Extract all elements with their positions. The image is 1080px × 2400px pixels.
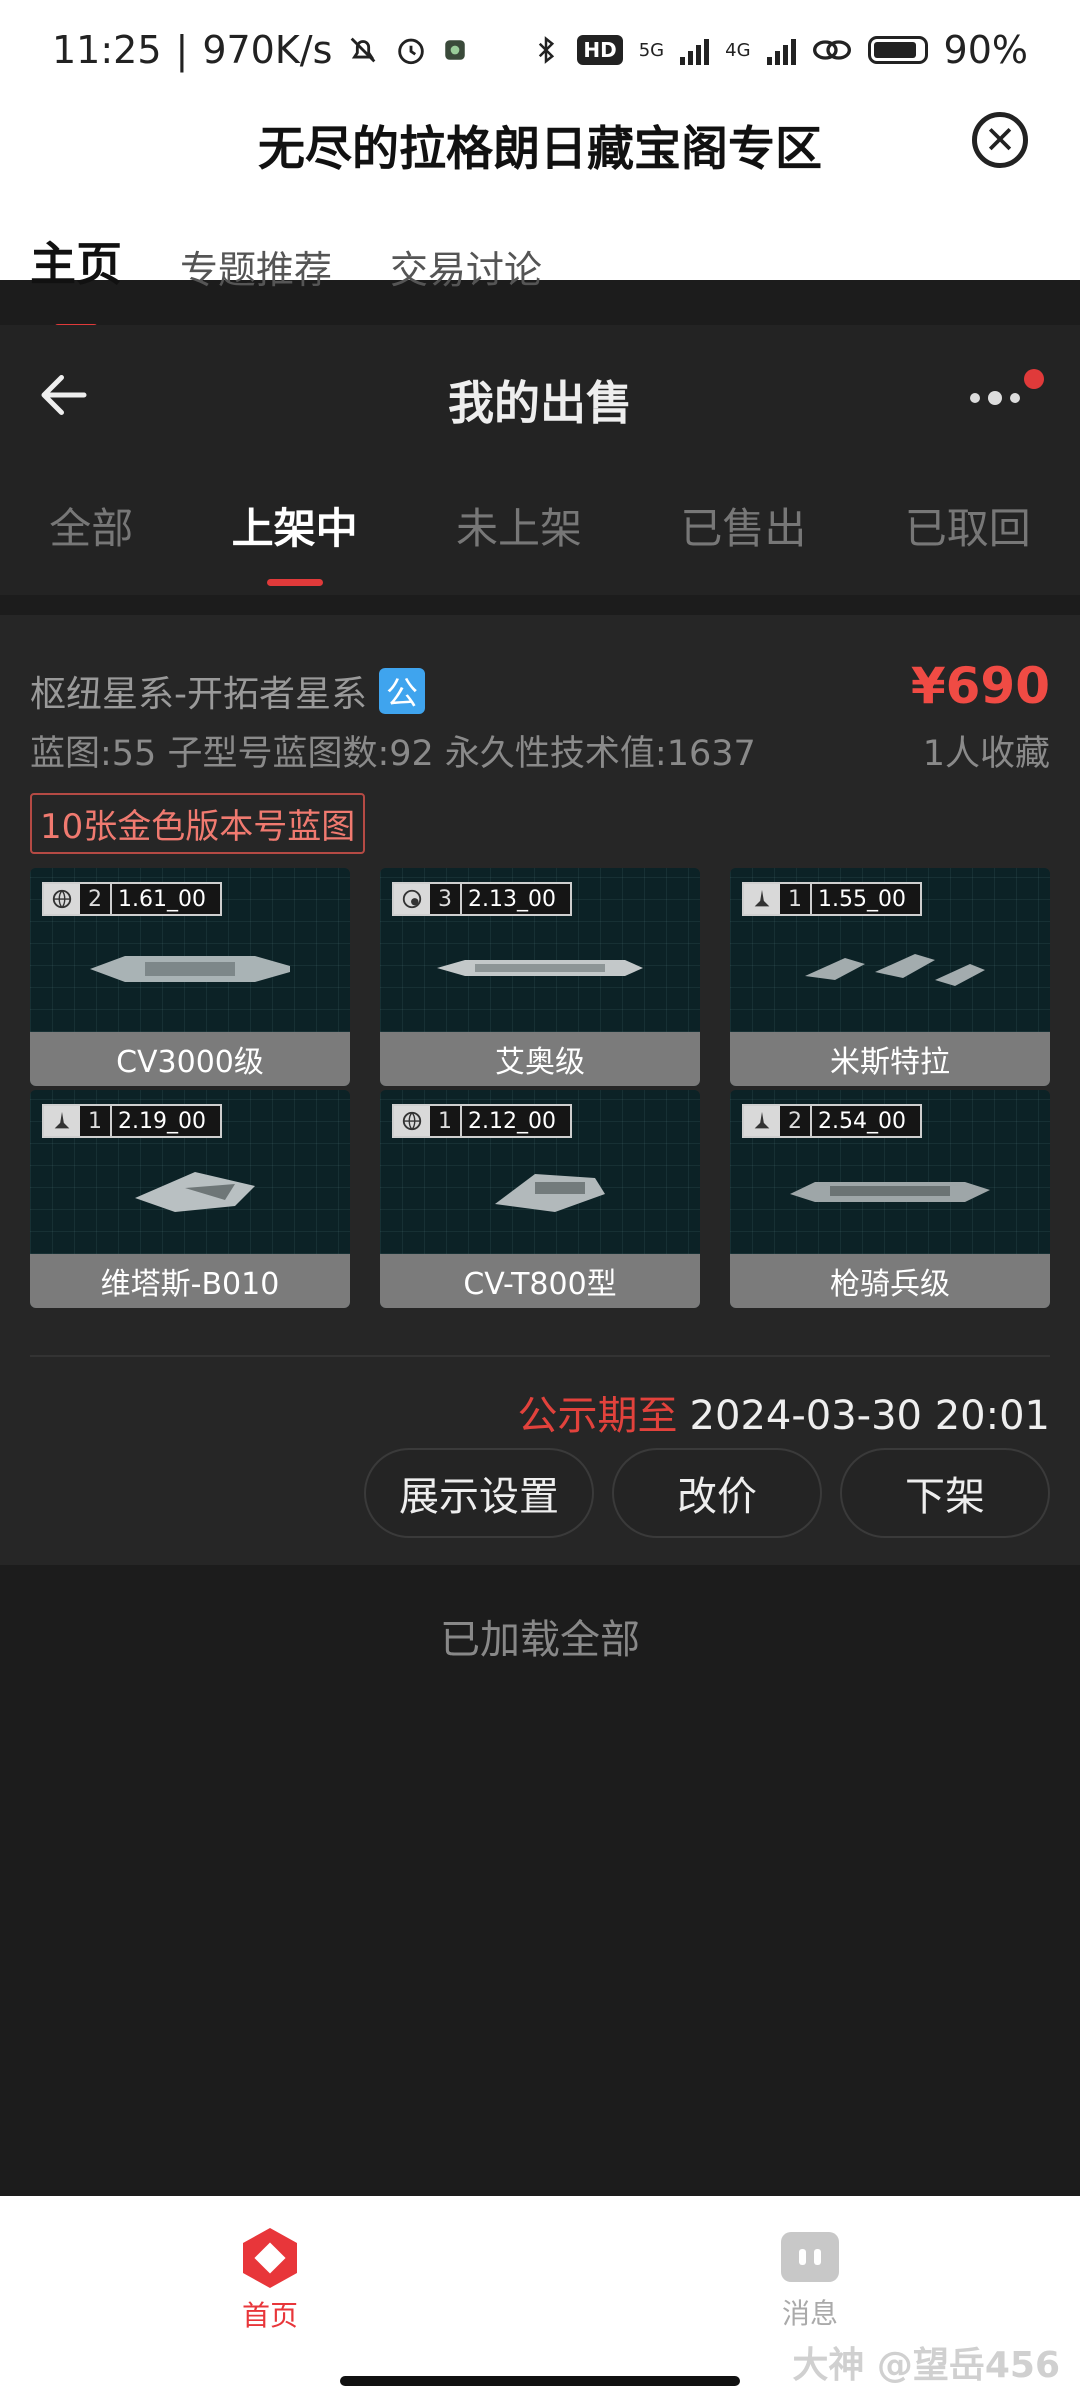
page-title: 我的出售	[448, 376, 632, 430]
status-speed: 970K/s	[202, 28, 333, 72]
blueprint-tile[interactable]: 1 2.12_00 CV-T800型	[380, 1090, 700, 1308]
watermark: 大神 @望岳456	[792, 2345, 1060, 2386]
battery-percent: 90%	[943, 28, 1028, 72]
delist-button[interactable]: 下架	[840, 1448, 1050, 1538]
blueprint-tile[interactable]: 1 1.55_00 米斯特拉	[730, 868, 1050, 1086]
blueprint-name: 枪骑兵级	[730, 1254, 1050, 1308]
ship-image	[495, 1174, 605, 1212]
more-menu-icon[interactable]	[966, 369, 1044, 423]
account-stats: 蓝图:55 子型号蓝图数:92 永久性技术值:1637	[30, 734, 756, 774]
zone-title: 无尽的拉格朗日藏宝阁专区	[258, 122, 822, 177]
fighter-icon	[744, 1106, 780, 1136]
price: ¥690	[910, 657, 1050, 715]
ship-image	[90, 956, 290, 982]
nav-messages[interactable]: 消息	[776, 2228, 844, 2332]
zone-tabs: 主页 专题推荐 交易讨论	[30, 228, 542, 332]
home-indicator[interactable]	[340, 2376, 740, 2386]
nav-messages-label: 消息	[781, 2297, 838, 2330]
notification-dot	[1024, 369, 1044, 389]
fighter-icon	[744, 884, 780, 914]
zone-header: 无尽的拉格朗日藏宝阁专区 ✕ 主页 专题推荐 交易讨论	[0, 100, 1080, 332]
tab-all[interactable]: 全部	[49, 495, 133, 556]
message-icon	[781, 2232, 839, 2282]
battery-icon	[867, 36, 928, 64]
publicity-deadline: 公示期至 2024-03-30 20:01	[518, 1383, 1050, 1441]
nav-home[interactable]: 首页	[236, 2228, 304, 2334]
public-server-badge: 公	[379, 668, 425, 714]
status-tabs: 全部 上架中 未上架 已售出 已取回	[0, 495, 1080, 586]
globe-icon	[44, 884, 80, 914]
blueprint-tile[interactable]: 2 2.54_00 枪骑兵级	[730, 1090, 1050, 1308]
tab-sold[interactable]: 已售出	[680, 495, 806, 556]
ship-image	[437, 960, 643, 976]
alarm-icon	[394, 33, 428, 67]
tab-topics[interactable]: 专题推荐	[180, 239, 332, 294]
blueprint-tile[interactable]: 1 2.19_00 维塔斯-B010	[30, 1090, 350, 1308]
hd-voice-icon: HD	[577, 35, 623, 65]
ship-image	[135, 1172, 255, 1212]
deadline-value: 2024-03-30 20:01	[689, 1393, 1050, 1439]
bottom-nav: 首页 消息 大神 @望岳456	[0, 2196, 1080, 2400]
signal-icon-2	[766, 35, 796, 65]
link-icon	[812, 35, 852, 65]
display-settings-button[interactable]: 展示设置	[364, 1448, 594, 1538]
tab-home[interactable]: 主页	[30, 228, 122, 332]
fighter-icon	[44, 1106, 80, 1136]
nav-home-label: 首页	[241, 2299, 298, 2332]
blueprint-name: 维塔斯-B010	[30, 1254, 350, 1308]
home-icon	[243, 2228, 297, 2288]
ship-image	[805, 954, 985, 986]
blueprint-name: CV3000级	[30, 1032, 350, 1086]
gear-globe-icon	[394, 884, 430, 914]
tab-listed[interactable]: 上架中	[232, 495, 358, 586]
bell-muted-icon	[346, 33, 380, 67]
ship-image	[790, 1182, 990, 1202]
signal-icon	[680, 35, 710, 65]
gold-blueprint-tag: 10张金色版本号蓝图	[30, 793, 366, 854]
tab-discussion[interactable]: 交易讨论	[390, 239, 542, 294]
favorite-count: 1人收藏	[922, 734, 1050, 774]
bluetooth-icon	[531, 33, 561, 67]
blueprint-name: CV-T800型	[380, 1254, 700, 1308]
listing-actions: 展示设置 改价 下架	[364, 1448, 1050, 1538]
blueprint-name: 艾奥级	[380, 1032, 700, 1086]
end-of-list-text: 已加载全部	[440, 1617, 640, 1663]
my-sales-header: 我的出售 全部 上架中 未上架 已售出 已取回	[0, 325, 1080, 595]
server-name: 枢纽星系-开拓者星系	[30, 674, 367, 715]
status-time: 11:25	[52, 28, 162, 72]
change-price-button[interactable]: 改价	[612, 1448, 822, 1538]
globe-icon	[394, 1106, 430, 1136]
deadline-label: 公示期至	[517, 1393, 678, 1439]
close-icon[interactable]: ✕	[972, 112, 1028, 168]
blueprint-grid: 2 1.61_00 CV3000级 3 2.13_00 艾奥级 1 1.55_0…	[30, 868, 1050, 1308]
blueprint-tile[interactable]: 3 2.13_00 艾奥级	[380, 868, 700, 1086]
divider	[30, 1355, 1050, 1357]
app-notification-icon	[442, 37, 468, 63]
blueprint-tile[interactable]: 2 1.61_00 CV3000级	[30, 868, 350, 1086]
tab-retrieved[interactable]: 已取回	[905, 495, 1031, 556]
tab-unlisted[interactable]: 未上架	[456, 495, 582, 556]
listing-card[interactable]: 枢纽星系-开拓者星系 公 ¥690 蓝图:55 子型号蓝图数:92 永久性技术值…	[0, 615, 1080, 1565]
status-bar: 11:25 | 970K/s HD 5G 4G 90%	[0, 0, 1080, 100]
blueprint-name: 米斯特拉	[730, 1032, 1050, 1086]
